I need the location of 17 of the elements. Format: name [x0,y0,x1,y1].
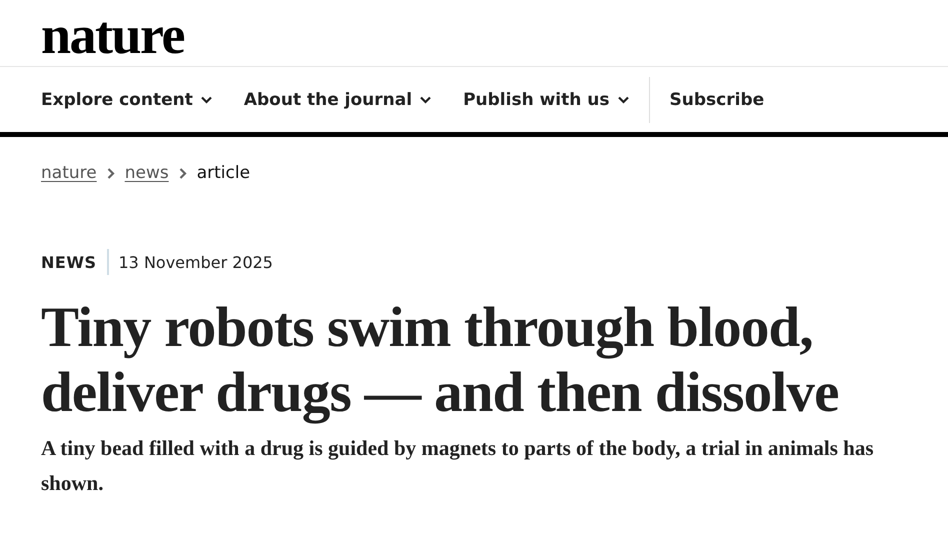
nav-menu-button[interactable]: Publish with us [463,90,629,110]
breadcrumb-link[interactable]: news [124,163,169,183]
chevron-icon [420,96,432,104]
breadcrumb-link[interactable]: nature [41,163,97,183]
article-type: NEWS [41,252,96,272]
breadcrumb-current: article [196,163,250,183]
chevron-right-icon [178,168,187,178]
article-date: 13 November 2025 [118,252,273,272]
chevron-icon [200,96,212,104]
nature-logo[interactable]: nature [0,0,184,66]
nav-menu-button[interactable]: Explore content [41,90,212,110]
chevron-icon [618,96,629,104]
subscribe-link[interactable]: Subscribe [670,90,764,110]
article-standfirst: A tiny bead filled with a drug is guided by magnets to parts of the body, a trial in animals has shown. [41,435,875,497]
article-title: Tiny robots swim through blood, deliver drugs — and then dissolve [41,295,840,425]
chevron-right-icon [106,168,115,178]
nav-menu-button[interactable]: About the journal [244,90,432,110]
